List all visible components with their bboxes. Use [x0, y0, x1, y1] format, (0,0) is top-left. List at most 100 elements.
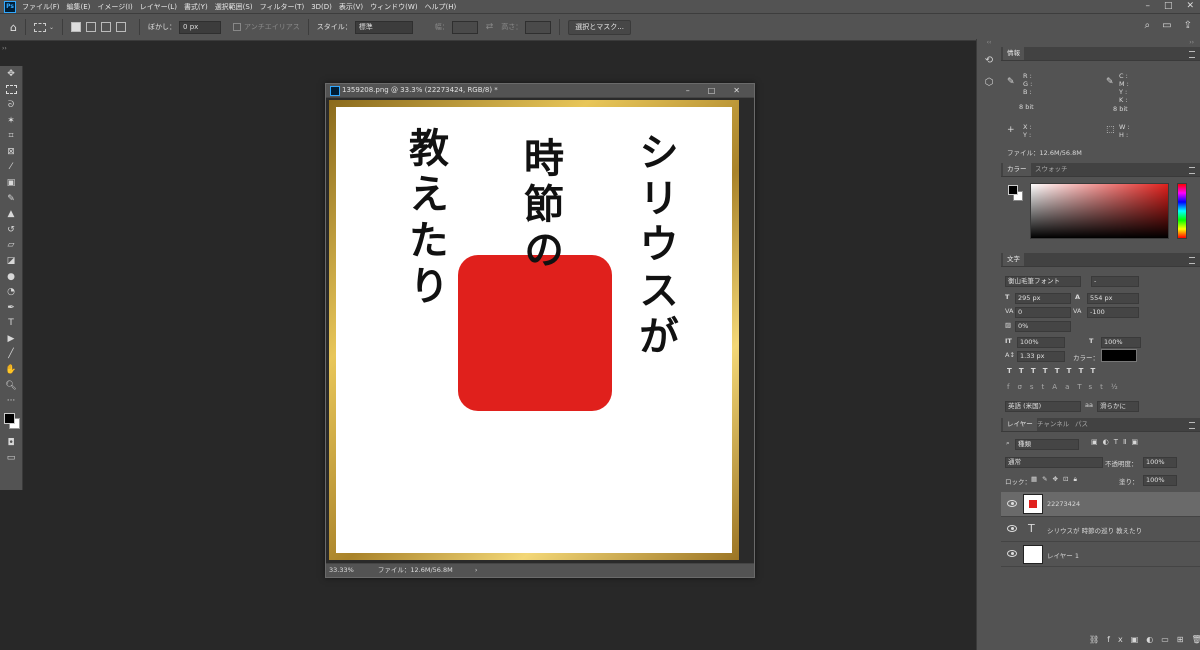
- zoom-level[interactable]: 33.33%: [329, 566, 354, 574]
- opentype-buttons-icon[interactable]: fσstAaTst½: [1007, 383, 1126, 391]
- tab-info[interactable]: 情報: [1003, 47, 1024, 60]
- minimize-icon[interactable]: –: [1145, 0, 1150, 13]
- lock-icons[interactable]: ▦✎✥⊡🔒︎: [1031, 475, 1082, 484]
- menu-window[interactable]: ウィンドウ(W): [370, 2, 417, 12]
- collapse-icon[interactable]: ‹‹: [977, 39, 1001, 49]
- text-color-swatch[interactable]: [1101, 349, 1137, 362]
- chevron-down-icon[interactable]: ⌄: [49, 24, 54, 31]
- swap-icon[interactable]: ⇄: [486, 22, 494, 32]
- doc-minimize-icon[interactable]: –: [686, 84, 690, 97]
- stamp-tool-icon[interactable]: ▲: [0, 206, 22, 222]
- menu-layer[interactable]: レイヤー(L): [140, 2, 177, 12]
- crop-tool-icon[interactable]: ⌗: [0, 128, 22, 144]
- info-panel-menu-icon[interactable]: [1189, 51, 1195, 58]
- tab-layers[interactable]: レイヤー: [1003, 418, 1037, 431]
- photoshop-logo-icon[interactable]: Ps: [4, 0, 16, 13]
- visibility-eye-icon[interactable]: [1007, 550, 1017, 557]
- menu-image[interactable]: イメージ(I): [97, 2, 132, 12]
- antialias-checkbox[interactable]: [233, 23, 242, 31]
- blur-tool-icon[interactable]: ●: [0, 269, 22, 285]
- share-icon[interactable]: ⇪: [1184, 20, 1192, 31]
- canvas-area[interactable]: シリウスが 時節の 教えたり: [326, 98, 754, 563]
- search-icon[interactable]: ⌕: [1145, 20, 1151, 31]
- tab-channels[interactable]: チャンネル: [1033, 418, 1073, 431]
- menu-type[interactable]: 書式(Y): [184, 2, 208, 12]
- maximize-icon[interactable]: □: [1164, 0, 1173, 13]
- visibility-eye-icon[interactable]: [1007, 525, 1017, 532]
- select-and-mask-button[interactable]: 選択とマスク...: [568, 19, 631, 35]
- layer-row-text[interactable]: T シリウスが 時節の巡り 教えたり: [1001, 517, 1200, 542]
- feather-input[interactable]: 0 px: [179, 20, 222, 34]
- subtract-selection-icon[interactable]: [101, 22, 112, 32]
- layer-filter-select[interactable]: 種類: [1015, 439, 1079, 450]
- blend-mode-select[interactable]: 通常: [1005, 457, 1103, 468]
- history-panel-icon[interactable]: ⟲: [977, 49, 1001, 71]
- doc-maximize-icon[interactable]: □: [708, 84, 716, 97]
- close-icon[interactable]: ✕: [1186, 0, 1194, 13]
- gradient-tool-icon[interactable]: ◪: [0, 253, 22, 269]
- fill-input[interactable]: 100%: [1143, 475, 1177, 486]
- color-picker-field[interactable]: [1030, 183, 1169, 239]
- add-selection-icon[interactable]: [86, 22, 97, 32]
- color-panel-menu-icon[interactable]: [1189, 167, 1195, 174]
- menu-select[interactable]: 選択範囲(S): [215, 2, 253, 12]
- menu-3d[interactable]: 3D(D): [311, 3, 332, 11]
- tab-color[interactable]: カラー: [1003, 163, 1031, 176]
- zoom-tool-icon[interactable]: 🔍︎: [0, 378, 22, 394]
- baseline-shift-input[interactable]: 1.33 px: [1017, 351, 1065, 362]
- quick-mask-icon[interactable]: ◘: [0, 435, 22, 451]
- panels-collapse-icon[interactable]: ››: [1189, 39, 1194, 46]
- leading-input[interactable]: 554 px: [1087, 293, 1139, 304]
- height-input[interactable]: [525, 20, 552, 34]
- type-tool-icon[interactable]: T: [0, 316, 22, 332]
- rect-marquee-tool-icon[interactable]: [0, 82, 22, 98]
- dodge-tool-icon[interactable]: ◔: [0, 284, 22, 300]
- layers-panel-menu-icon[interactable]: [1189, 422, 1195, 429]
- menu-view[interactable]: 表示(V): [339, 2, 363, 12]
- doc-close-icon[interactable]: ✕: [733, 84, 740, 97]
- antialias-method-select[interactable]: 滑らかに: [1097, 401, 1139, 412]
- color-swatches-icon[interactable]: [0, 409, 22, 435]
- tracking-input[interactable]: -100: [1087, 307, 1139, 318]
- font-style-select[interactable]: -: [1091, 276, 1139, 287]
- layer-row-seal[interactable]: 22273424: [1001, 492, 1200, 517]
- hue-slider[interactable]: [1177, 183, 1187, 239]
- more-tools-icon[interactable]: ···: [0, 393, 22, 409]
- fg-bg-color-icon[interactable]: [1008, 185, 1023, 201]
- font-size-input[interactable]: 295 px: [1015, 293, 1071, 304]
- menu-file[interactable]: ファイル(F): [22, 2, 60, 12]
- move-tool-icon[interactable]: ✥: [0, 66, 22, 82]
- text-style-buttons-icon[interactable]: TTTTTTTT: [1007, 367, 1102, 375]
- intersect-selection-icon[interactable]: [116, 22, 127, 32]
- home-icon[interactable]: ⌂: [10, 21, 17, 34]
- visibility-eye-icon[interactable]: [1007, 500, 1017, 507]
- kerning-input[interactable]: 0: [1015, 307, 1071, 318]
- language-select[interactable]: 英語 (米国): [1005, 401, 1081, 412]
- layer-filter-icons[interactable]: ▣◐TⅡ▣: [1091, 438, 1143, 446]
- history-brush-tool-icon[interactable]: ↺: [0, 222, 22, 238]
- width-input[interactable]: [451, 20, 478, 34]
- line-tool-icon[interactable]: ╱: [0, 347, 22, 363]
- eraser-tool-icon[interactable]: ▱: [0, 238, 22, 254]
- font-family-select[interactable]: 衡山毛筆フォント: [1005, 276, 1081, 287]
- tab-character[interactable]: 文字: [1003, 253, 1024, 266]
- status-expand-icon[interactable]: ›: [475, 566, 478, 574]
- path-select-tool-icon[interactable]: ▶: [0, 331, 22, 347]
- hand-tool-icon[interactable]: ✋: [0, 362, 22, 378]
- layer-row-background[interactable]: レイヤー 1: [1001, 542, 1200, 567]
- opacity-input[interactable]: 100%: [1143, 457, 1177, 468]
- new-selection-icon[interactable]: [71, 22, 82, 32]
- tsume-input[interactable]: 0%: [1015, 321, 1071, 332]
- marquee-preset-icon[interactable]: [33, 22, 46, 32]
- document-title-bar[interactable]: 1359208.png @ 33.3% (22273424, RGB/8) * …: [326, 84, 754, 98]
- magic-wand-tool-icon[interactable]: ✶: [0, 113, 22, 129]
- pen-tool-icon[interactable]: ✒: [0, 300, 22, 316]
- tab-swatches[interactable]: スウォッチ: [1031, 163, 1072, 176]
- character-panel-menu-icon[interactable]: [1189, 257, 1195, 264]
- layer-actions-icons[interactable]: ⛓fx▣◐▭⊞🗑︎: [1089, 635, 1200, 644]
- tab-paths[interactable]: パス: [1071, 418, 1092, 431]
- screen-mode-icon[interactable]: ▭: [0, 451, 22, 467]
- horizontal-scale-input[interactable]: 100%: [1101, 337, 1141, 348]
- lasso-tool-icon[interactable]: ᘐ: [0, 97, 22, 113]
- vertical-scale-input[interactable]: 100%: [1017, 337, 1065, 348]
